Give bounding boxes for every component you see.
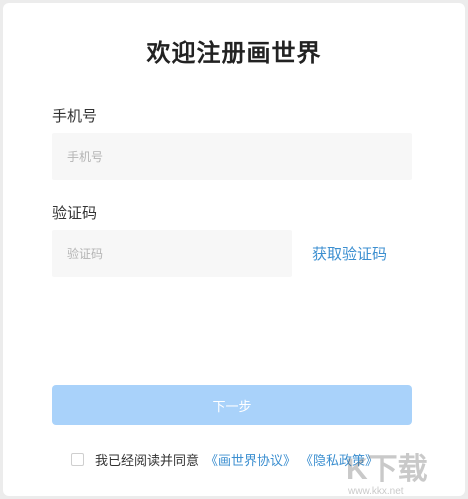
agreement-row: 我已经阅读并同意 《画世界协议》 《隐私政策》	[71, 450, 378, 469]
register-card: 欢迎注册画世界 手机号 验证码 获取验证码 下一步 我已经阅读并同意 《画世界协…	[3, 3, 465, 496]
page-title: 欢迎注册画世界	[146, 39, 322, 67]
code-input[interactable]	[52, 230, 292, 277]
agree-checkbox[interactable]	[71, 453, 84, 466]
phone-label: 手机号	[52, 107, 98, 125]
user-agreement-link[interactable]: 《画世界协议》	[205, 450, 296, 469]
next-button[interactable]: 下一步	[52, 385, 412, 425]
privacy-policy-link[interactable]: 《隐私政策》	[300, 450, 378, 469]
get-code-link[interactable]: 获取验证码	[312, 243, 387, 264]
agreement-text: 我已经阅读并同意	[95, 454, 200, 469]
code-label: 验证码	[52, 204, 98, 222]
phone-input[interactable]	[52, 133, 412, 180]
